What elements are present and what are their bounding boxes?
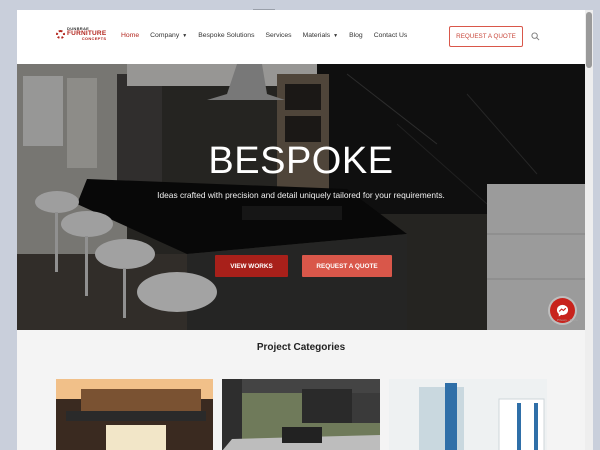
nav-item-label: Services [265,32,292,39]
scrollbar-thumb[interactable] [586,12,592,68]
section-title: Project Categories [256,342,346,353]
view-works-button[interactable]: VIEW WORKS [215,255,288,277]
nav-item-label: Blog [349,32,363,39]
nav-item-label: Bespoke Solutions [198,32,255,39]
nav-item-label: Materials [302,32,331,39]
nav-item-blog[interactable]: Blog [349,32,363,39]
nav-item-bespoke-solutions[interactable]: Bespoke Solutions [198,32,254,39]
messenger-icon [556,304,569,317]
logo-text: DUNBRAE FURNITURE CONCEPTS [67,26,107,42]
hero-request-quote-button[interactable]: REQUEST A QUOTE [302,255,392,277]
nav-item-services[interactable]: Services [266,32,292,39]
nav-item-label: Contact Us [373,32,408,39]
search-icon[interactable] [531,32,540,41]
header-request-quote-button[interactable]: REQUEST A QUOTE [449,26,523,47]
nav-item-label: Company [150,32,180,39]
site-logo[interactable]: DUNBRAE FURNITURE CONCEPTS [56,24,106,44]
category-card-image [222,379,380,450]
nav-item-contact-us[interactable]: Contact Us [374,32,408,39]
hero-title: BESPOKE [208,140,394,182]
main-nav: Home Company ▼ Bespoke Solutions Service… [121,32,418,39]
nav-item-materials[interactable]: Materials ▼ [303,32,339,39]
chevron-down-icon: ▼ [182,32,188,39]
nav-item-company[interactable]: Company ▼ [150,32,187,39]
hero-subtitle: Ideas crafted with precision and detail … [157,190,445,200]
category-card[interactable] [222,379,380,450]
nav-item-home[interactable]: Home [121,32,139,39]
gear-logo-icon [56,29,65,39]
project-categories-section: Project Categories [17,330,585,450]
logo-text-bottom: CONCEPTS [81,36,107,42]
browser-window: DUNBRAE FURNITURE CONCEPTS Home Company … [17,10,593,450]
category-card[interactable] [56,379,213,450]
category-card-image [389,379,547,450]
site-header: DUNBRAE FURNITURE CONCEPTS Home Company … [17,10,585,64]
recaptcha-badge: Privacy - Terms [557,318,578,322]
hero-banner: BESPOKE Ideas crafted with precision and… [17,64,585,330]
chevron-down-icon: ▼ [333,32,339,39]
category-card-image [56,379,213,450]
nav-item-label: Home [121,32,140,39]
category-card[interactable] [389,379,547,450]
page-scrollbar[interactable] [585,10,593,450]
